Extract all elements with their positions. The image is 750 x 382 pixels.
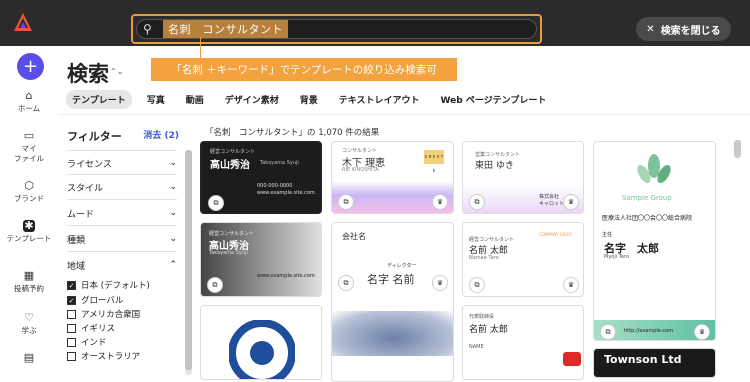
- rail-item-schedule[interactable]: ▦ 投稿予約: [4, 270, 54, 294]
- premium-crown-icon: ♛: [694, 324, 710, 340]
- divider: [67, 174, 177, 175]
- apps-icon: ▤: [23, 351, 35, 364]
- filter-section-type[interactable]: 種類 ⌄: [67, 231, 177, 247]
- rail-item-templates[interactable]: ✱ テンプレート: [4, 220, 54, 244]
- chevron-down-icon[interactable]: ⌃⌄: [110, 67, 123, 76]
- top-bar: ⚲ 名刺 コンサルタント ✕ 検索を閉じる: [0, 0, 750, 46]
- red-logo-mark: [563, 352, 581, 366]
- rail-item-more[interactable]: ▤: [4, 352, 54, 366]
- checkbox[interactable]: [67, 351, 76, 361]
- close-search-button[interactable]: ✕ 検索を閉じる: [636, 17, 731, 41]
- premium-crown-icon: ♛: [563, 194, 579, 210]
- template-card[interactable]: 営業コンサルタント 東田 ゆき 株式会社 キャロット ⧉ ♛: [462, 141, 584, 214]
- region-checkbox[interactable]: インド: [67, 336, 107, 348]
- app-logo-icon[interactable]: [14, 13, 32, 33]
- rail-item-home[interactable]: ⌂ ホーム: [4, 90, 54, 114]
- tab-web-templates[interactable]: Web ページテンプレート: [435, 90, 553, 109]
- tab-elements[interactable]: デザイン素材: [219, 90, 285, 109]
- calendar-icon: ▦: [23, 269, 35, 282]
- region-checkbox[interactable]: イギリス: [67, 322, 115, 334]
- filter-scrollbar[interactable]: [185, 150, 192, 375]
- bulb-icon: ♡: [24, 311, 34, 324]
- chevron-down-icon: ⌄: [169, 158, 177, 168]
- scrollbar-thumb[interactable]: [734, 140, 741, 158]
- close-search-label: 検索を閉じる: [660, 25, 721, 37]
- category-tabs: テンプレート 写真 動画 デザイン素材 背景 テキストレイアウト Web ページ…: [66, 89, 553, 109]
- region-checkbox[interactable]: ✓ 日本 (デフォルト): [67, 279, 150, 291]
- brand-icon: ⬡: [24, 179, 34, 192]
- filter-title: フィルター: [67, 130, 122, 143]
- template-card[interactable]: 代表取締役 名前 太郎 NAME: [462, 305, 584, 380]
- region-checkbox[interactable]: オーストラリア: [67, 350, 140, 362]
- folder-icon: ▭: [23, 129, 35, 142]
- chevron-down-icon: ⌄: [169, 182, 177, 192]
- divider: [67, 199, 177, 200]
- filter-section-style[interactable]: スタイル ⌄: [67, 179, 177, 195]
- home-icon: ⌂: [25, 89, 33, 102]
- checkbox[interactable]: [67, 337, 76, 347]
- circle-logo-icon: [229, 320, 295, 379]
- callout-note: 「名刺 ＋キーワード」でテンプレートの絞り込み検索可: [151, 58, 457, 81]
- template-card[interactable]: [200, 305, 322, 380]
- tab-text-layouts[interactable]: テキストレイアウト: [333, 90, 426, 109]
- rail-item-brand[interactable]: ⬡ ブランド: [4, 180, 54, 204]
- region-checkbox[interactable]: アメリカ合衆国: [67, 308, 140, 320]
- divider: [67, 150, 177, 151]
- template-card[interactable]: コンサルタント 木下 理恵 RIE KINOSHITA ＣＲＥＡＴＥ ⧉ ♛: [331, 141, 454, 214]
- premium-crown-icon: ♛: [563, 277, 579, 293]
- search-box[interactable]: ⚲ 名刺 コンサルタント: [131, 14, 542, 44]
- checkbox[interactable]: ✓: [67, 280, 76, 290]
- copy-icon: ⧉: [208, 195, 224, 211]
- filter-section-mood[interactable]: ムード ⌄: [67, 205, 177, 221]
- tab-videos[interactable]: 動画: [180, 90, 210, 109]
- logo-tag: ＣＲＥＡＴＥ: [424, 150, 444, 173]
- leaf-logo-icon: [637, 154, 671, 184]
- checkbox[interactable]: [67, 323, 76, 333]
- copy-icon: ⧉: [207, 277, 223, 293]
- chevron-up-icon: ⌃: [169, 260, 177, 270]
- template-card[interactable]: Sample Group 医療法人社団〇〇会〇〇総合病院 主任 名字 太郎 My…: [593, 141, 716, 341]
- rail-item-learn[interactable]: ♡ 学ぶ: [4, 312, 54, 336]
- filter-header: フィルター 消去 (2): [67, 128, 179, 144]
- divider: [58, 114, 750, 115]
- results-scrollbar[interactable]: [734, 140, 741, 375]
- results-summary: 「名刺 コンサルタント」の 1,070 件の結果: [205, 128, 380, 138]
- template-card[interactable]: 経営コンサルタント 高山秀治 Takayama Syuji 000-000-00…: [200, 141, 322, 214]
- divider: [67, 225, 177, 226]
- template-card[interactable]: Townson Ltd: [593, 348, 716, 378]
- region-checkbox[interactable]: ✓ グローバル: [67, 294, 123, 306]
- checkbox[interactable]: ✓: [67, 295, 76, 305]
- rail-item-myfiles[interactable]: ▭ マイ ファイル: [4, 130, 54, 164]
- copy-icon: ⧉: [338, 194, 354, 210]
- copy-icon: ⧉: [600, 324, 616, 340]
- search-icon: ⚲: [143, 22, 152, 36]
- clear-filters-link[interactable]: 消去 (2): [143, 128, 179, 144]
- chevron-down-icon: ⌄: [169, 234, 177, 244]
- filter-section-license[interactable]: ライセンス ⌄: [67, 155, 177, 171]
- tab-photos[interactable]: 写真: [141, 90, 171, 109]
- tab-backgrounds[interactable]: 背景: [294, 90, 324, 109]
- checkbox[interactable]: [67, 309, 76, 319]
- page-title: 検索: [67, 62, 109, 86]
- sample-group-label: Sample Group: [622, 194, 672, 202]
- create-button[interactable]: +: [17, 53, 44, 80]
- premium-crown-icon: ♛: [432, 275, 448, 291]
- copy-icon: ⧉: [338, 275, 354, 291]
- close-icon: ✕: [646, 23, 655, 35]
- copy-icon: ⧉: [469, 194, 485, 210]
- scrollbar-thumb[interactable]: [185, 150, 192, 370]
- tab-templates[interactable]: テンプレート: [66, 89, 132, 109]
- template-icon: ✱: [23, 219, 35, 232]
- template-card[interactable]: 経営コンサルタント 高山秀治 Takayama Syuji www.exampl…: [200, 222, 322, 297]
- template-card[interactable]: 経営コンサルタント 名前 太郎 Namae Taro COMPANY LOGO …: [462, 222, 584, 297]
- watercolor-decoration: [332, 311, 453, 356]
- template-card[interactable]: 会社名 ディレクター 名字 名前 ⧉ ♛: [331, 222, 454, 382]
- divider: [67, 251, 177, 252]
- callout-pointer: [200, 36, 201, 58]
- search-query[interactable]: 名刺 コンサルタント: [163, 20, 288, 38]
- copy-icon: ⧉: [469, 277, 485, 293]
- premium-crown-icon: ♛: [432, 194, 448, 210]
- filter-section-region[interactable]: 地域 ⌃: [67, 257, 177, 273]
- chevron-down-icon: ⌄: [169, 208, 177, 218]
